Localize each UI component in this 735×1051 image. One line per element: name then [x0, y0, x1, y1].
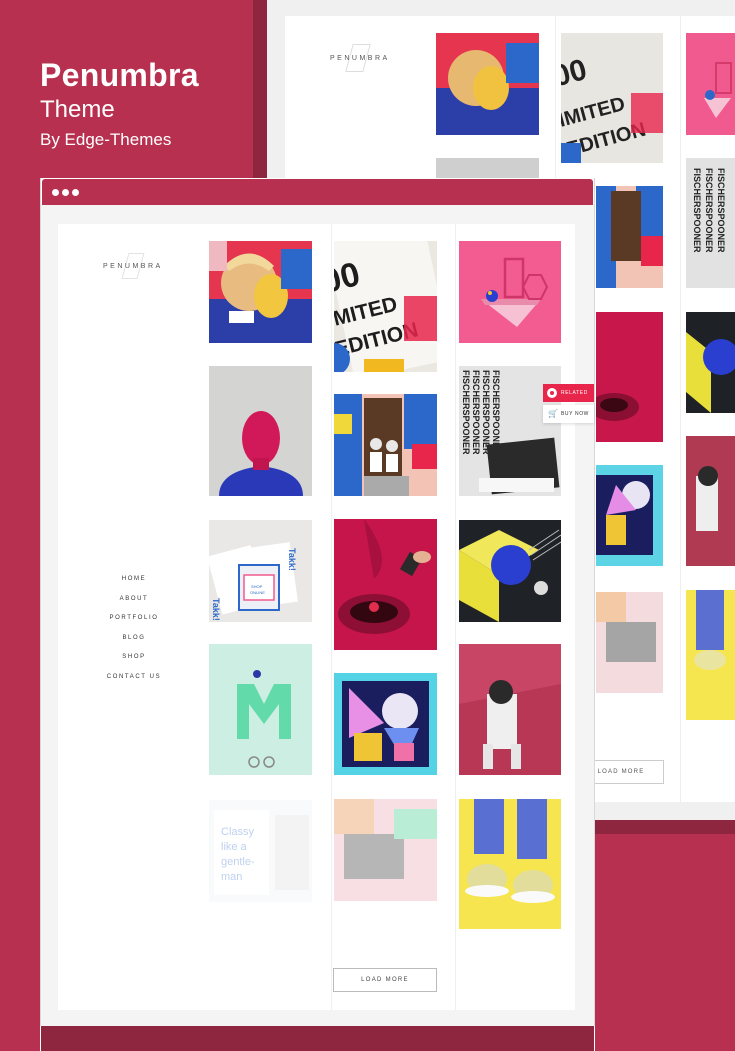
back-logo[interactable]: PENUMBRA [330, 55, 390, 62]
portfolio-item-ball[interactable] [459, 520, 561, 622]
portfolio-item-cards[interactable]: Takk! Takk! SHOP ONLINE [209, 520, 312, 622]
portfolio-thumb-bowl[interactable] [596, 312, 663, 442]
portfolio-thumb-poster[interactable]: 00 IMITED EDITION [561, 33, 663, 163]
column-separator [455, 224, 456, 1010]
portfolio-thumb-books[interactable]: FISCHERSPOONER FISCHERSPOONER FISCHERSPOON… [686, 158, 735, 288]
svg-text:gentle-: gentle- [221, 856, 255, 868]
column-separator [680, 16, 681, 802]
menu-item-about[interactable]: ABOUT [100, 594, 168, 614]
svg-text:FISCHERSPOONER: FISCHERSPOONER [481, 370, 491, 455]
svg-text:FISCHERSPOONER: FISCHERSPOONER [491, 370, 501, 455]
load-more-button[interactable]: LOAD MORE [333, 968, 437, 992]
column-separator [331, 224, 332, 1010]
svg-text:Takk!: Takk! [211, 598, 221, 621]
menu-item-contact-us[interactable]: CONTACT US [100, 672, 168, 692]
front-logo[interactable]: PENUMBRA [103, 263, 163, 270]
svg-text:FISCHERSPOONER: FISCHERSPOONER [461, 370, 471, 455]
svg-text:SHOP: SHOP [251, 584, 263, 589]
promo-heading: Penumbra Theme By Edge-Themes [40, 57, 199, 150]
portfolio-item-mask[interactable] [209, 366, 312, 496]
portfolio-thumb-figure[interactable] [686, 436, 735, 566]
menu-item-blog[interactable]: BLOG [100, 633, 168, 653]
portfolio-item-figure[interactable] [459, 644, 561, 775]
portfolio-item-poster[interactable]: 00 IMITED EDITION [334, 241, 437, 372]
portfolio-thumb-pink-sculpture[interactable] [686, 33, 735, 135]
promo-title: Penumbra [40, 57, 199, 93]
svg-text:FISCHERSPOONER: FISCHERSPOONER [471, 370, 481, 455]
main-menu: HOME ABOUT PORTFOLIO BLOG SHOP CONTACT U… [100, 574, 168, 691]
cart-icon: 🛒 [548, 409, 559, 418]
buy-now-button[interactable]: 🛒 BUY NOW [543, 405, 594, 423]
svg-text:FISCHERSPOONER: FISCHERSPOONER [704, 168, 714, 253]
portfolio-thumb-portrait[interactable] [436, 33, 539, 135]
portfolio-item-geometric[interactable] [334, 673, 437, 775]
portfolio-thumb-sneakers[interactable] [686, 590, 735, 720]
portfolio-thumb-blocks[interactable] [596, 592, 663, 693]
portfolio-item-sneakers[interactable] [459, 799, 561, 929]
menu-item-shop[interactable]: SHOP [100, 652, 168, 672]
portfolio-item-bowl[interactable] [334, 519, 437, 650]
portfolio-thumb-ball[interactable] [686, 312, 735, 413]
svg-text:like a: like a [221, 841, 248, 853]
portfolio-item-cover[interactable]: Classy like a gentle-man [209, 800, 312, 902]
svg-text:Classy: Classy [221, 826, 255, 838]
related-button[interactable]: RELATED [543, 384, 594, 402]
portfolio-item-blocks[interactable] [334, 799, 437, 901]
svg-text:Takk!: Takk! [287, 548, 297, 571]
front-window-bottom-band [40, 1026, 595, 1051]
promo-subtitle: Theme [40, 96, 115, 123]
window-dot-icon[interactable] [52, 189, 59, 196]
svg-text:FISCHERSPOONER: FISCHERSPOONER [716, 168, 726, 253]
portfolio-thumb-mural[interactable] [596, 186, 663, 288]
menu-item-portfolio[interactable]: PORTFOLIO [100, 613, 168, 633]
svg-text:ONLINE: ONLINE [250, 590, 265, 595]
related-icon [547, 388, 557, 398]
related-label: RELATED [561, 390, 588, 396]
menu-item-home[interactable]: HOME [100, 574, 168, 594]
portfolio-item-mural[interactable] [334, 394, 437, 496]
window-title-bar [41, 178, 594, 205]
window-dot-icon[interactable] [72, 189, 79, 196]
promo-byline: By Edge-Themes [40, 130, 172, 149]
svg-text:man: man [221, 871, 242, 883]
portfolio-item-letter-m[interactable] [209, 644, 312, 775]
window-dot-icon[interactable] [62, 189, 69, 196]
svg-text:FISCHERSPOONER: FISCHERSPOONER [692, 168, 702, 253]
portfolio-item-portrait[interactable] [209, 241, 312, 343]
portfolio-thumb-geometric[interactable] [596, 465, 663, 566]
buy-now-label: BUY NOW [561, 411, 589, 417]
portfolio-item-sculpture[interactable] [459, 241, 561, 343]
